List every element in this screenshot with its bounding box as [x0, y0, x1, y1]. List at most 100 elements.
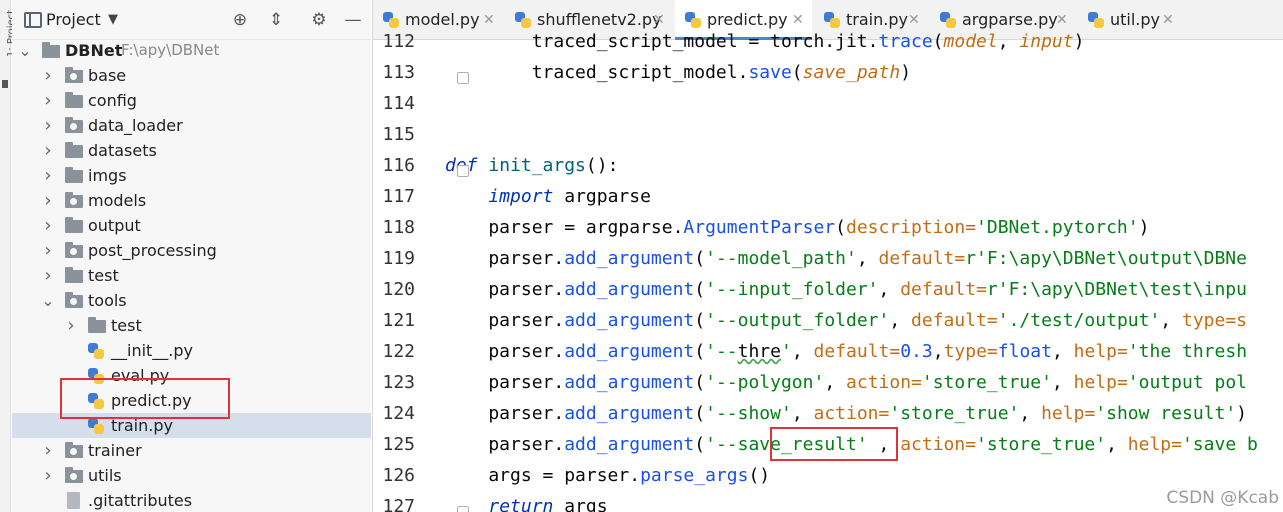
code-line[interactable]: 117 import argparse [373, 181, 1283, 212]
package-icon [65, 442, 83, 458]
code-line[interactable]: 112 traced_script_model = torch.jit.trac… [373, 26, 1283, 57]
tool-window-stripe: 1: Project [0, 0, 17, 512]
code-token: '--polygon' [705, 372, 825, 393]
code-line[interactable]: 119 parser.add_argument('--model_path', … [373, 243, 1283, 274]
panel-icon [24, 12, 42, 28]
fold-marker-icon[interactable] [457, 72, 469, 84]
chevron-right-icon[interactable]: › [41, 188, 55, 213]
code-token: add_argument [564, 279, 695, 300]
tree-item[interactable]: › imgs [12, 163, 371, 188]
code-token: parser. [445, 434, 565, 455]
python-file-icon [88, 418, 104, 434]
code-token: './test/output' [997, 310, 1161, 331]
code-token: '--output_folder' [705, 310, 890, 331]
tree-item[interactable]: › output [12, 213, 371, 238]
locate-icon[interactable]: ⊕ [230, 10, 250, 30]
chevron-right-icon[interactable]: › [41, 263, 55, 288]
code-token: r'F:\apy\DBNet\test\inpu [986, 279, 1247, 300]
code-token: ( [932, 31, 944, 52]
tree-item-label: __init__.py [111, 341, 194, 360]
tree-item[interactable]: › datasets [12, 138, 371, 163]
code-token: , [791, 403, 814, 424]
folder-icon [65, 167, 83, 183]
code-line[interactable]: 123 parser.add_argument('--polygon', act… [373, 367, 1283, 398]
code-token: help= [1073, 372, 1128, 393]
chevron-right-icon[interactable]: › [41, 163, 55, 188]
project-view-selector[interactable]: Project [46, 10, 101, 29]
line-number: 117 [382, 186, 415, 207]
tree-item[interactable]: › config [12, 88, 371, 113]
code-line[interactable]: 118 parser = argparse.ArgumentParser(des… [373, 212, 1283, 243]
tree-item[interactable]: › test [12, 263, 371, 288]
code-token: '--model_path' [705, 248, 857, 269]
package-icon [65, 192, 83, 208]
chevron-right-icon[interactable]: › [41, 63, 55, 88]
code-token: ( [694, 310, 706, 331]
code-token: '--input_folder' [705, 279, 879, 300]
tree-item[interactable]: __init__.py [12, 338, 371, 363]
tree-item-label: .gitattributes [88, 491, 193, 510]
chevron-right-icon[interactable]: › [41, 213, 55, 238]
code-line[interactable]: 120 parser.add_argument('--input_folder'… [373, 274, 1283, 305]
tree-item[interactable]: › utils [12, 463, 371, 488]
settings-icon[interactable]: ⚙ [309, 10, 329, 30]
code-token: default= [878, 248, 966, 269]
tree-item[interactable]: › models [12, 188, 371, 213]
code-token: , [791, 341, 814, 362]
code-token: , [932, 341, 944, 362]
minimize-icon[interactable]: — [343, 10, 363, 30]
fold-marker-icon[interactable] [457, 165, 469, 177]
tree-item-label: trainer [88, 441, 142, 460]
code-line[interactable]: 126 args = parser.parse_args() [373, 460, 1283, 491]
chevron-down-icon[interactable]: ▼ [108, 12, 118, 27]
code-token: 0.3 [900, 341, 933, 362]
tree-item[interactable]: › data_loader [12, 113, 371, 138]
code-line[interactable]: 115 [373, 119, 1283, 150]
code-token: , [824, 372, 847, 393]
code-token: parse_args [640, 465, 749, 486]
tree-item[interactable]: .gitattributes [12, 488, 371, 512]
chevron-down-icon[interactable]: ⌄ [41, 288, 55, 313]
chevron-down-icon[interactable]: ⌄ [18, 38, 32, 63]
code-line[interactable]: 122 parser.add_argument('--thre', defaul… [373, 336, 1283, 367]
line-number: 123 [382, 372, 415, 393]
code-line[interactable]: 113 traced_script_model.save(save_path) [373, 57, 1283, 88]
code-token: add_argument [564, 372, 695, 393]
code-line[interactable]: 121 parser.add_argument('--output_folder… [373, 305, 1283, 336]
code-token: ( [694, 434, 706, 455]
chevron-right-icon[interactable]: › [41, 88, 55, 113]
chevron-right-icon[interactable]: › [41, 113, 55, 138]
code-token: , [997, 31, 1020, 52]
code-line[interactable]: 116 def init_args(): [373, 150, 1283, 181]
code-line[interactable]: 114 [373, 88, 1283, 119]
tree-item[interactable]: › base [12, 63, 371, 88]
code-token: 'output pol [1127, 372, 1248, 393]
chevron-right-icon[interactable]: › [64, 313, 78, 338]
collapse-icon[interactable]: ⇕ [266, 10, 286, 30]
chevron-right-icon[interactable]: › [41, 238, 55, 263]
tree-item[interactable]: › test [12, 313, 371, 338]
code-line[interactable]: 127 return args [373, 491, 1283, 512]
watermark: CSDN @Kcab [1166, 488, 1279, 508]
tree-item[interactable]: › post_processing [12, 238, 371, 263]
stripe-marker [2, 80, 8, 88]
code-token: () [748, 465, 771, 486]
code-line[interactable]: 124 parser.add_argument('--show', action… [373, 398, 1283, 429]
code-token: 'the thresh [1127, 341, 1248, 362]
code-token: action= [900, 434, 977, 455]
code-token: , [1051, 341, 1074, 362]
tree-item[interactable]: › trainer [12, 438, 371, 463]
tree-item[interactable]: ⌄ tools [12, 288, 371, 313]
fold-marker-icon[interactable] [457, 506, 469, 512]
code-token: ( [694, 248, 706, 269]
code-token: default= [911, 310, 998, 331]
code-text: parser.add_argument('--show', action='st… [445, 398, 1247, 429]
code-token: model [943, 31, 998, 52]
code-token: help= [1073, 341, 1128, 362]
code-token: ( [791, 62, 803, 83]
chevron-right-icon[interactable]: › [41, 463, 55, 488]
chevron-right-icon[interactable]: › [41, 138, 55, 163]
tree-item[interactable]: ⌄ DBNet F:\apy\DBNet [12, 38, 371, 63]
chevron-right-icon[interactable]: › [41, 438, 55, 463]
